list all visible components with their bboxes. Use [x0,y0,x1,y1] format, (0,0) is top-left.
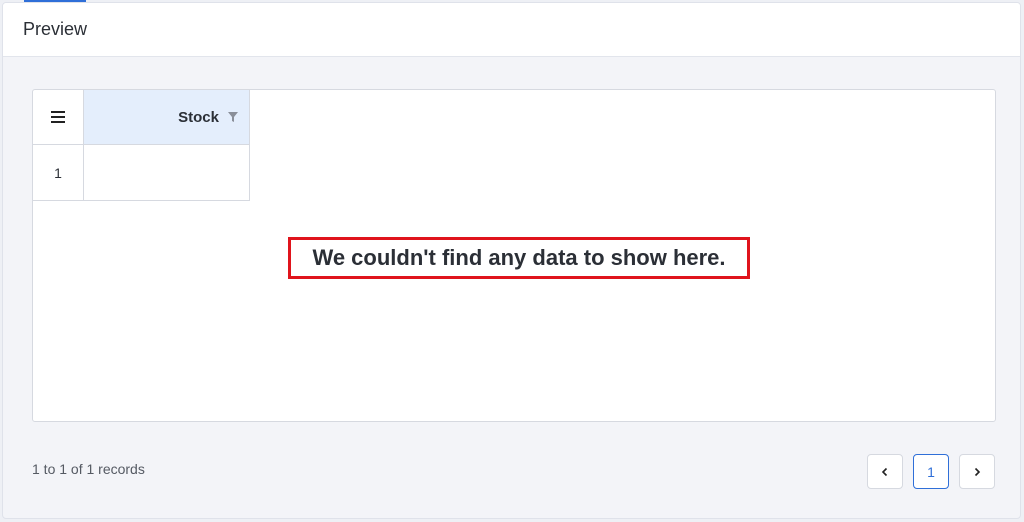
panel-title: Preview [23,19,88,39]
preview-panel: Preview Stock 1 We couldn't find any dat… [2,2,1021,519]
column-menu-button[interactable] [33,90,84,145]
records-info: 1 to 1 of 1 records [32,461,145,477]
stock-cell[interactable] [84,145,250,201]
filter-icon[interactable] [227,111,239,123]
menu-icon [51,111,65,123]
row-number-cell: 1 [33,145,84,201]
page: Preview Stock 1 We couldn't find any dat… [0,0,1024,522]
previous-page-button[interactable] [867,454,903,489]
page-button-1[interactable]: 1 [913,454,949,489]
column-header-stock[interactable]: Stock [84,90,250,145]
empty-data-message: We couldn't find any data to show here. [288,237,750,279]
panel-header: Preview [3,3,1020,57]
chevron-left-icon [881,467,888,476]
column-header-label: Stock [178,108,219,126]
next-page-button[interactable] [959,454,995,489]
data-grid: Stock 1 We couldn't find any data to sho… [32,89,996,422]
chevron-right-icon [974,467,981,476]
